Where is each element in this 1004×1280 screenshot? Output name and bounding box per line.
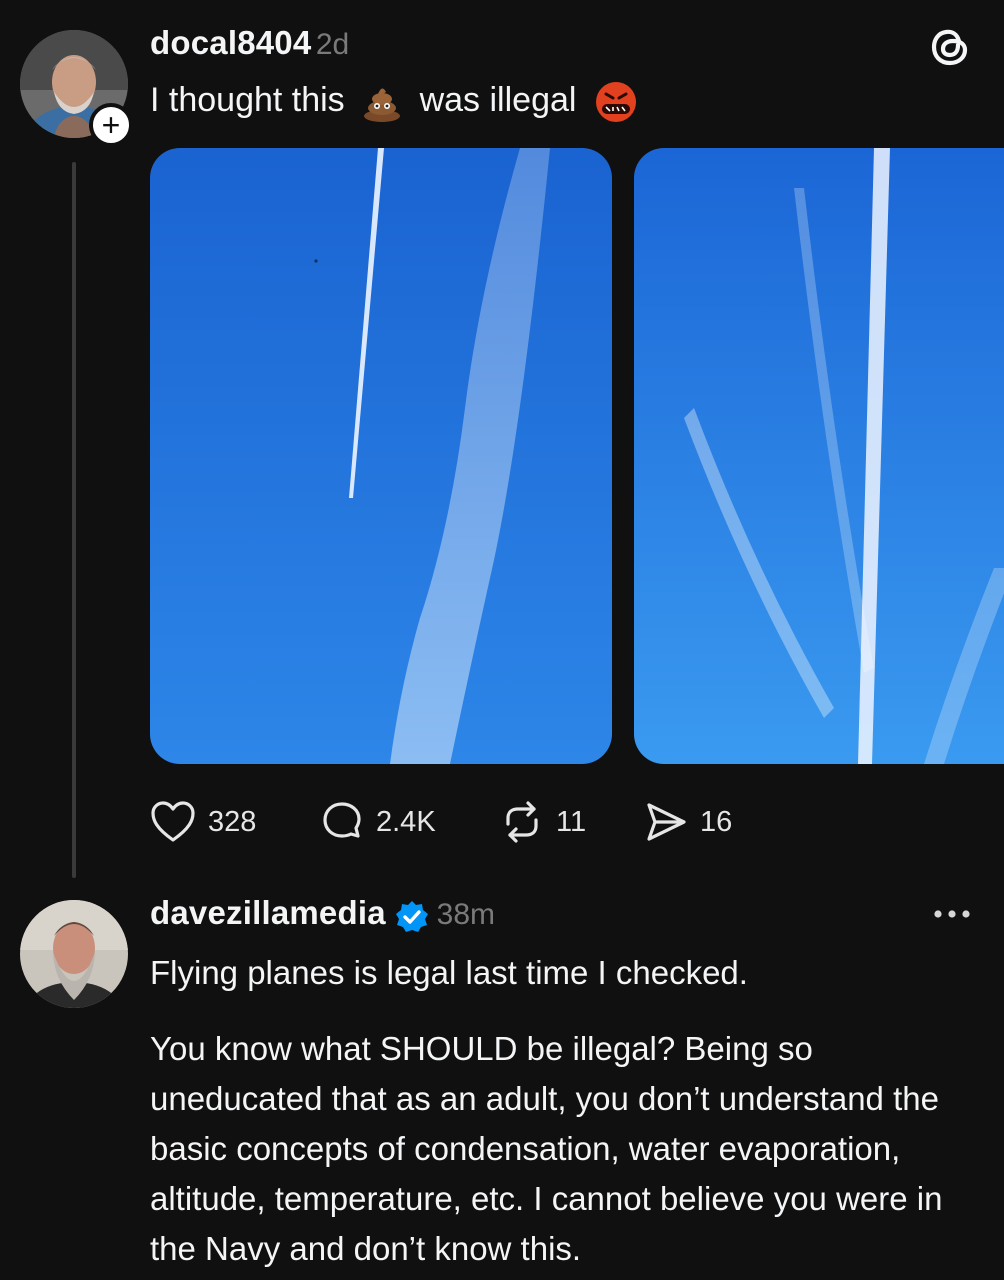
- thread-connector-line: [72, 162, 76, 878]
- heart-icon: [150, 800, 196, 844]
- follow-plus-button[interactable]: +: [89, 103, 133, 147]
- reply-line-1: Flying planes is legal last time I check…: [150, 954, 748, 991]
- like-count: 328: [208, 805, 257, 838]
- ellipsis-icon[interactable]: [930, 904, 974, 924]
- post-text: I thought this was illegal: [150, 80, 638, 124]
- reply-timestamp: 38m: [436, 898, 496, 931]
- pile-of-poo-icon: [360, 80, 404, 124]
- reply-username[interactable]: davezillamedia: [150, 894, 386, 931]
- face-with-symbols-icon: [594, 80, 638, 124]
- threads-logo-icon[interactable]: [928, 24, 972, 70]
- repost-action[interactable]: 11: [500, 800, 586, 844]
- share-action[interactable]: 16: [644, 800, 732, 844]
- send-icon: [644, 800, 688, 844]
- post-timestamp: 2d: [315, 28, 350, 61]
- post-text-part-2: was illegal: [419, 80, 577, 119]
- reply-action[interactable]: 2.4K: [320, 800, 436, 844]
- post-text-part-1: I thought this: [150, 80, 345, 119]
- post-image-2[interactable]: [634, 148, 1004, 764]
- share-count: 16: [700, 805, 733, 838]
- repost-icon: [500, 800, 544, 844]
- verified-badge-icon: [394, 899, 430, 940]
- post-username[interactable]: docal8404: [150, 24, 311, 61]
- reply-text: Flying planes is legal last time I check…: [150, 948, 990, 1274]
- repost-count: 11: [556, 805, 587, 838]
- like-action[interactable]: 328: [150, 800, 256, 844]
- reply-line-2: You know what SHOULD be illegal? Being s…: [150, 1030, 943, 1267]
- comment-bubble-icon: [320, 800, 364, 844]
- reply-header: davezillamedia 38m: [150, 894, 495, 940]
- avatar-davezillamedia[interactable]: [20, 900, 128, 1008]
- post-header: docal8404 2d: [150, 24, 349, 62]
- reply-count: 2.4K: [376, 805, 436, 838]
- post-image-1[interactable]: [150, 148, 612, 764]
